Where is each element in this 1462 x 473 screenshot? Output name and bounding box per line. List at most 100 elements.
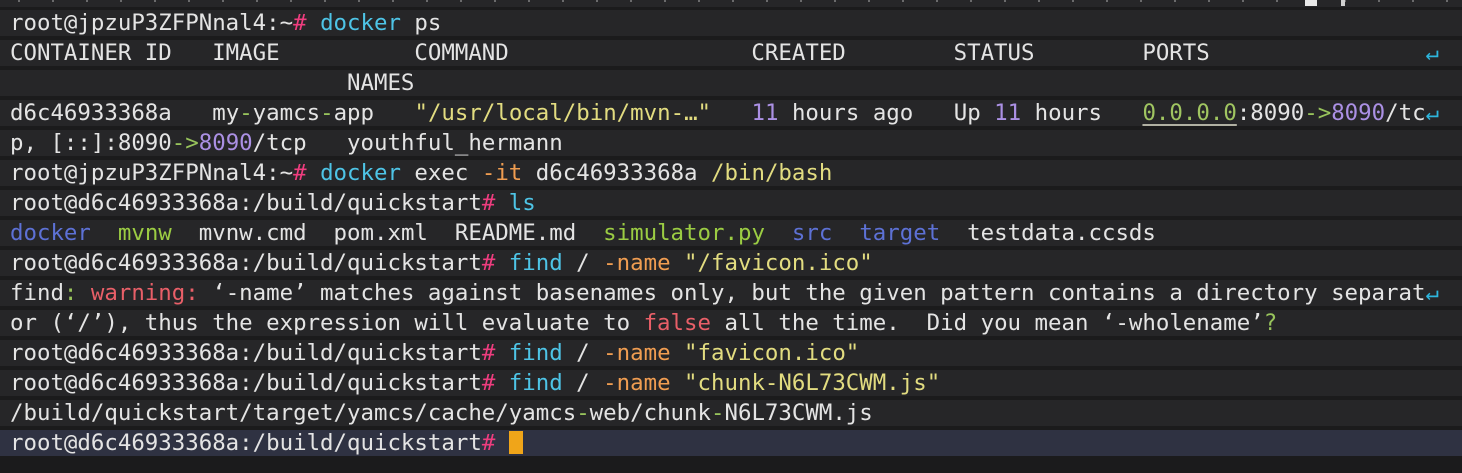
prompt-line-docker-exec: root@jpzuP3ZFPNnal4:~# docker exec -it d… [0, 160, 1462, 186]
uptime-hours: 11 [994, 100, 1021, 126]
text-span [671, 370, 684, 396]
result-path: /build/quickstart/target/yamcs/cache/yam… [10, 400, 576, 426]
prompt-host-path: root@d6c46933368a:/build/quickstart [10, 250, 482, 276]
directory-entry: target [859, 220, 940, 246]
text-span: - [239, 100, 252, 126]
text-span: /tc [1385, 100, 1425, 126]
container-name: /tcp youthful_hermann [253, 130, 563, 156]
current-prompt-line: root@d6c46933368a:/build/quickstart# [0, 430, 1462, 456]
prompt-line-ls: root@d6c46933368a:/build/quickstart# ls [0, 190, 1462, 216]
table-header-names: NAMES [10, 70, 414, 96]
docker-ps-header-line: CONTAINER ID IMAGE COMMAND CREATED STATU… [0, 40, 1462, 66]
wrap-icon: ↵ [1425, 280, 1438, 306]
executable-entry: simulator.py [603, 220, 765, 246]
directory-entry: docker [10, 220, 91, 246]
text-span [765, 220, 792, 246]
prompt-symbol: # [482, 430, 495, 456]
text-span [495, 250, 508, 276]
prompt-symbol: # [482, 340, 495, 366]
find-warning-line: find: warning: ‘-name’ matches against b… [0, 280, 1462, 306]
text-span: -> [172, 130, 199, 156]
prompt-line-find-2: root@d6c46933368a:/build/quickstart# fin… [0, 340, 1462, 366]
prompt-host-path: root@d6c46933368a:/build/quickstart [10, 340, 482, 366]
docker-ps-row-wrap-line: p, [::]:8090->8090/tcp youthful_hermann [0, 130, 1462, 156]
flag: -name [603, 340, 670, 366]
file-entry: testdata.ccsds [940, 220, 1156, 246]
clipped-previous-line [0, 0, 1462, 7]
port-number: 8090 [1331, 100, 1385, 126]
prompt-host-path: root@d6c46933368a:/build/quickstart [10, 370, 482, 396]
text-span: exec [401, 160, 482, 186]
command: find [509, 370, 563, 396]
text-span: N6L73CWM.js [724, 400, 872, 426]
text-span: :8090 [1237, 100, 1304, 126]
command: docker [320, 10, 401, 36]
command-arg: ps [401, 10, 441, 36]
warning-label: warning: [91, 280, 199, 306]
text-span: or (‘/’), thus the expression will evalu… [10, 310, 644, 336]
bind-address-link[interactable]: 0.0.0.0 [1142, 100, 1236, 126]
container-command: "/usr/local/bin/mvn-…" [414, 100, 711, 126]
text-span: / [563, 370, 603, 396]
prompt-host-path: root@d6c46933368a:/build/quickstart [10, 430, 482, 456]
text-span: find [10, 280, 64, 306]
text-span: - [711, 400, 724, 426]
terminal-window[interactable]: root@jpzuP3ZFPNnal4:~# docker psCONTAINE… [0, 0, 1462, 473]
text-span: app [334, 100, 374, 126]
text-span: - [576, 400, 589, 426]
text-span: : [64, 280, 77, 306]
text-span [307, 160, 320, 186]
text-span: web/chunk [590, 400, 711, 426]
container-id: d6c46933368a [10, 100, 212, 126]
flag: -name [603, 250, 670, 276]
text-span [495, 340, 508, 366]
wrap-icon: ↵ [1425, 40, 1438, 66]
table-header: CONTAINER ID IMAGE COMMAND CREATED STATU… [10, 40, 1425, 66]
container-id-arg: d6c46933368a [522, 160, 711, 186]
ls-output-line: docker mvnw mvnw.cmd pom.xml README.md s… [0, 220, 1462, 246]
prompt-host-path: root@jpzuP3ZFPNnal4:~ [10, 10, 293, 36]
text-span [495, 430, 508, 456]
string-arg: "favicon.ico" [684, 340, 859, 366]
prompt-symbol: # [293, 160, 306, 186]
find-warning-wrap-line: or (‘/’), thus the expression will evalu… [0, 310, 1462, 336]
command: ls [509, 190, 536, 216]
false-keyword: false [644, 310, 711, 336]
text-span [374, 100, 414, 126]
text-span [307, 10, 320, 36]
terminal-cursor[interactable] [509, 431, 523, 454]
command: find [509, 250, 563, 276]
text-span: hours ago Up [778, 100, 994, 126]
wrap-icon: ↵ [1426, 100, 1439, 126]
text-span: - [320, 100, 333, 126]
string-arg: "chunk-N6L73CWM.js" [684, 370, 940, 396]
prompt-line-find-3: root@d6c46933368a:/build/quickstart# fin… [0, 370, 1462, 396]
docker-ps-row-line: d6c46933368a my-yamcs-app "/usr/local/bi… [0, 100, 1462, 126]
terminal-body: root@jpzuP3ZFPNnal4:~# docker psCONTAINE… [0, 10, 1462, 460]
text-span [91, 220, 118, 246]
text-span [832, 220, 859, 246]
port-number: 8090 [199, 130, 253, 156]
text-span: yamcs [253, 100, 320, 126]
text-span: / [563, 250, 603, 276]
text-span: hours [1021, 100, 1142, 126]
text-span [711, 100, 751, 126]
prompt-symbol: # [482, 250, 495, 276]
text-span: ‘-name’ matches against basenames only, … [199, 280, 1426, 306]
prompt-symbol: # [482, 370, 495, 396]
flag: -name [603, 370, 670, 396]
image-name: my [212, 100, 239, 126]
prompt-host-path: root@d6c46933368a:/build/quickstart [10, 190, 482, 216]
prompt-line-docker-ps: root@jpzuP3ZFPNnal4:~# docker ps [0, 10, 1462, 36]
text-span: all the time. Did you mean ‘-wholename’ [711, 310, 1264, 336]
prompt-host-path: root@jpzuP3ZFPNnal4:~ [10, 160, 293, 186]
file-entries: mvnw.cmd pom.xml README.md [172, 220, 603, 246]
executable-entry: mvnw [118, 220, 172, 246]
prompt-symbol: # [482, 190, 495, 216]
command: find [509, 340, 563, 366]
string-arg: "/favicon.ico" [684, 250, 873, 276]
text-span [495, 190, 508, 216]
text-span [671, 340, 684, 366]
find-result-line: /build/quickstart/target/yamcs/cache/yam… [0, 400, 1462, 426]
path-arg: /bin/bash [711, 160, 832, 186]
